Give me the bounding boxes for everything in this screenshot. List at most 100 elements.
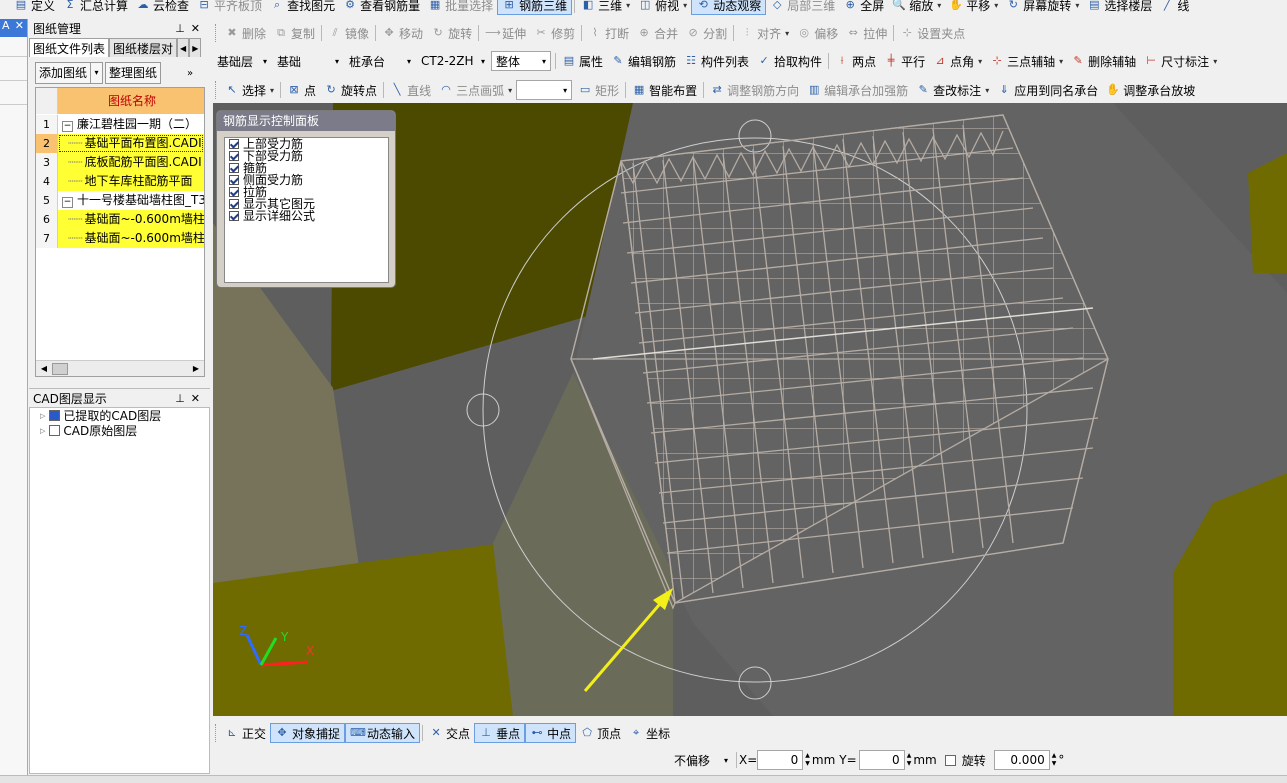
component-button-0[interactable]: ▤ 属性 (558, 51, 607, 71)
dropdown-arrow-icon[interactable]: ▾ (626, 1, 630, 10)
component-select-1[interactable]: 基础 ▾ (273, 51, 343, 71)
tidy-drawing-button[interactable]: 整理图纸 (105, 62, 162, 84)
offset-select[interactable]: 不偏移 ▾ (670, 750, 732, 770)
close-icon[interactable]: ✕ (15, 19, 24, 37)
dropdown-arrow-icon[interactable]: ▾ (508, 86, 512, 95)
cad-layer-item[interactable]: ▷ 已提取的CAD图层 (30, 408, 209, 423)
expand-icon[interactable]: ▷ (40, 427, 45, 435)
table-row[interactable]: 6 ┈┈ 基础面~-0.600m墙柱 (36, 209, 204, 229)
toolbar-grip[interactable] (215, 24, 219, 42)
x-spinner[interactable]: ▲ ▼ (805, 752, 810, 768)
snap-button-5[interactable]: ⊷ 中点 (525, 723, 577, 743)
table-row[interactable]: 7 ┈┈ 基础面~-0.600m墙柱 (36, 228, 204, 248)
draw-button-4[interactable]: ◠ 三点画弧 ▾ (435, 80, 516, 100)
snap-button-0[interactable]: ⊾ 正交 (221, 723, 270, 743)
toolbar-button-9[interactable]: ◫ 俯视 ▾ (634, 0, 691, 15)
component-button-8[interactable]: ✎ 删除辅轴 (1067, 51, 1140, 71)
edit-button-9[interactable]: ⊘ 分割 (682, 23, 731, 43)
component-button-2[interactable]: ☷ 构件列表 (680, 51, 753, 71)
edit-button-11[interactable]: ◎ 偏移 (793, 23, 842, 43)
snap-button-1[interactable]: ✥ 对象捕捉 (270, 723, 346, 743)
table-row[interactable]: 3 ┈┈ 底板配筋平面图.CADI (36, 152, 204, 172)
component-select-3[interactable]: CT2-2ZH ▾ (417, 51, 489, 71)
toolbar-button-4[interactable]: ⌕ 查找图元 (266, 0, 339, 15)
draw-button-9[interactable]: ✎ 查改标注 ▾ (912, 80, 993, 100)
x-input[interactable]: 0 (757, 750, 804, 770)
toolbar-button-15[interactable]: ↻ 屏幕旋转 ▾ (1002, 0, 1083, 15)
option-checkbox[interactable] (229, 211, 239, 221)
scroll-right-icon[interactable]: ▶ (188, 364, 204, 373)
table-row[interactable]: 2 ┈┈ 基础平面布置图.CADI (36, 133, 204, 153)
snap-button-2[interactable]: ⌨ 动态输入 (345, 723, 421, 743)
draw-button-11[interactable]: ✋ 调整承台放坡 (1102, 80, 1199, 100)
toolbar-button-11[interactable]: ◇ 局部三维 (766, 0, 839, 15)
dropdown-arrow-icon[interactable]: ▾ (785, 29, 789, 38)
rotate-checkbox[interactable] (944, 754, 956, 766)
component-button-1[interactable]: ✎ 编辑钢筋 (607, 51, 680, 71)
draw-button-1[interactable]: ⊠ 点 (283, 80, 320, 100)
pin-icon[interactable]: ⊥ (175, 392, 191, 405)
scroll-thumb[interactable] (52, 362, 68, 375)
edit-button-10[interactable]: ⫶ 对齐 ▾ (736, 23, 793, 43)
dropdown-arrow-icon[interactable]: ▾ (1213, 57, 1217, 66)
option-checkbox[interactable] (229, 139, 239, 149)
rebar-option[interactable]: 显示详细公式 (225, 210, 388, 222)
edit-button-5[interactable]: ⟶ 延伸 (481, 23, 530, 43)
edit-button-1[interactable]: ⧉ 复制 (270, 23, 319, 43)
component-button-4[interactable]: ⟊ 两点 (831, 51, 880, 71)
scroll-left-icon[interactable]: ◀ (36, 364, 52, 373)
y-input[interactable]: 0 (858, 750, 905, 770)
close-icon[interactable]: ✕ (191, 392, 206, 405)
snap-button-7[interactable]: ⌖ 坐标 (625, 723, 674, 743)
toolbar-button-6[interactable]: ▦ 批量选择 (424, 0, 497, 15)
component-button-3[interactable]: ✓ 拾取构件 (753, 51, 826, 71)
expand-icon[interactable]: ▷ (40, 412, 45, 420)
arc-mode-select[interactable]: ▾ (516, 80, 573, 100)
toolbar-button-7[interactable]: ⊞ 钢筋三维 (497, 0, 573, 15)
snap-button-3[interactable]: ✕ 交点 (425, 723, 474, 743)
add-drawing-button[interactable]: 添加图纸 (35, 62, 92, 84)
option-checkbox[interactable] (229, 151, 239, 161)
draw-button-10[interactable]: ⇓ 应用到同名承台 (993, 80, 1102, 100)
component-button-6[interactable]: ⊿ 点角 ▾ (929, 51, 986, 71)
toolbar-grip[interactable] (215, 724, 219, 742)
table-row[interactable]: 1− 廉江碧桂园一期（二） (36, 114, 204, 134)
draw-button-2[interactable]: ↻ 旋转点 (320, 80, 381, 100)
toolbar-button-13[interactable]: 🔍 缩放 ▾ (888, 0, 945, 15)
dropdown-arrow-icon[interactable]: ▾ (994, 1, 998, 10)
draw-button-7[interactable]: ⇄ 调整钢筋方向 (706, 80, 803, 100)
toolbar-button-17[interactable]: ╱ 线 (1156, 0, 1193, 15)
edit-button-6[interactable]: ✂ 修剪 (530, 23, 579, 43)
tab-scroll-left[interactable]: ◀ (177, 38, 190, 57)
draw-button-3[interactable]: ╲ 直线 (386, 80, 435, 100)
toolbar-button-14[interactable]: ✋ 平移 ▾ (945, 0, 1002, 15)
toolbar-button-1[interactable]: Σ 汇总计算 (59, 0, 132, 15)
horizontal-scrollbar[interactable]: ◀ ▶ (36, 360, 204, 376)
component-select-4[interactable]: 整体 ▾ (491, 51, 551, 71)
toolbar-button-8[interactable]: ◧ 三维 ▾ (577, 0, 634, 15)
layer-checkbox[interactable] (49, 410, 61, 421)
rotate-input[interactable]: 0.000 (993, 750, 1050, 770)
tab-drawing-files[interactable]: 图纸文件列表 (29, 38, 110, 57)
toolbar-button-0[interactable]: ▤ 定义 (10, 0, 59, 15)
draw-button-8[interactable]: ▥ 编辑承台加强筋 (803, 80, 912, 100)
snap-button-6[interactable]: ⬠ 顶点 (576, 723, 625, 743)
more-chevron-icon[interactable]: » (187, 68, 193, 79)
edit-button-7[interactable]: ⌇ 打断 (584, 23, 633, 43)
dropdown-arrow-icon[interactable]: ▾ (937, 1, 941, 10)
toolbar-button-5[interactable]: ⚙ 查看钢筋量 (339, 0, 424, 15)
pin-icon[interactable]: ⊥ (175, 22, 191, 35)
layer-checkbox[interactable] (49, 425, 61, 436)
close-icon[interactable]: ✕ (191, 22, 206, 35)
left-edge-tab[interactable]: A ✕ (0, 19, 27, 37)
dropdown-arrow-icon[interactable]: ▾ (1059, 57, 1063, 66)
component-button-9[interactable]: ⊢ 尺寸标注 ▾ (1140, 51, 1221, 71)
toolbar-grip[interactable] (215, 81, 219, 99)
option-checkbox[interactable] (229, 187, 239, 197)
option-checkbox[interactable] (229, 163, 239, 173)
option-checkbox[interactable] (229, 175, 239, 185)
dropdown-arrow-icon[interactable]: ▾ (978, 57, 982, 66)
table-row[interactable]: 4 ┈┈ 地下车库柱配筋平面 (36, 171, 204, 191)
toolbar-button-10[interactable]: ⟲ 动态观察 (691, 0, 767, 15)
edit-button-12[interactable]: ⇔ 拉伸 (842, 23, 891, 43)
